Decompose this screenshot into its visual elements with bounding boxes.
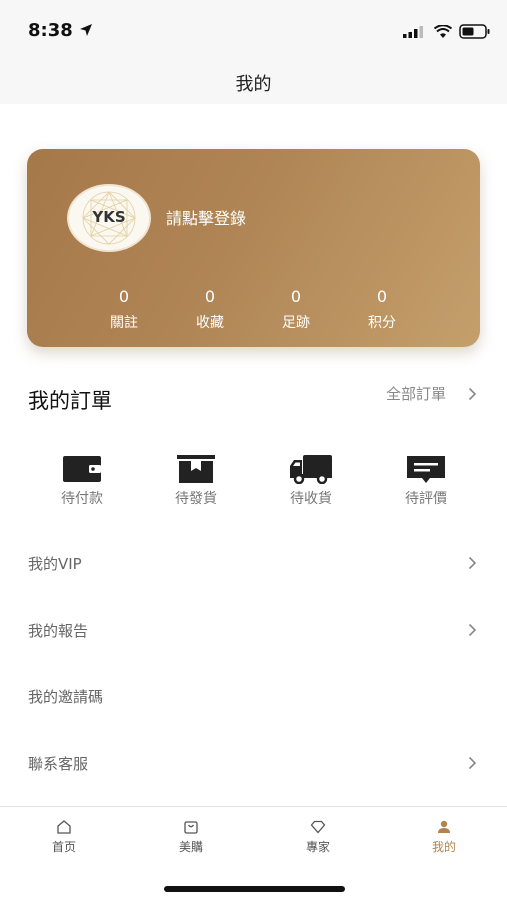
stat-label: 收藏 [196,315,224,331]
avatar[interactable]: YKS [67,184,151,252]
order-label: 待發貨 [175,491,217,507]
order-label: 待付款 [61,491,103,507]
page-title: 我的 [235,74,272,95]
menu-item-vip[interactable]: 我的VIP [28,553,82,574]
cellular-signal-icon [403,26,423,38]
order-pending-review[interactable]: 待評價 [386,454,466,508]
wallet-icon [63,456,101,482]
chevron-right-icon [468,623,477,637]
order-label: 待評價 [405,491,447,507]
all-orders-link[interactable]: 全部訂單 [386,383,446,404]
logo-text: YKS [92,208,126,226]
stat-value: 0 [376,287,388,306]
package-icon [177,455,215,483]
tab-experts[interactable]: 專家 [288,819,348,855]
chevron-right-icon [468,556,477,570]
tab-profile[interactable]: 我的 [414,819,474,855]
profile-card: YKS 請點擊登錄 0 關註 0 收藏 0 足跡 0 积分 [27,149,480,347]
login-prompt[interactable]: 請點擊登錄 [166,205,246,229]
tab-label: 我的 [431,840,456,854]
tab-label: 專家 [305,840,330,854]
stat-follow[interactable]: 0 關註 [94,287,154,332]
order-pending-shipment[interactable]: 待發貨 [156,454,236,508]
stat-history[interactable]: 0 足跡 [266,287,326,332]
location-arrow-icon [80,24,92,36]
chevron-right-icon [468,756,477,770]
tab-home[interactable]: 首页 [34,819,94,855]
review-icon [407,456,445,483]
home-icon [57,820,71,834]
stat-label: 足跡 [282,315,310,331]
stat-label: 积分 [368,315,396,331]
tab-label: 美購 [178,840,203,854]
order-pending-receipt[interactable]: 待收貨 [271,454,351,508]
menu-item-invite-code[interactable]: 我的邀請碼 [28,686,103,707]
menu-item-reports[interactable]: 我的報告 [28,620,88,641]
status-time: 8:38 [28,20,73,41]
stat-value: 0 [118,287,130,306]
order-label: 待收貨 [290,491,332,507]
stat-favorites[interactable]: 0 收藏 [180,287,240,332]
tab-label: 首页 [51,840,76,854]
order-pending-payment[interactable]: 待付款 [42,454,122,508]
status-bar: 8:38 [0,0,507,60]
nav-bar: 我的 [0,60,507,104]
wifi-icon [434,25,452,38]
tab-shopping[interactable]: 美購 [161,819,221,855]
truck-icon [290,455,332,484]
orders-title: 我的訂單 [28,389,112,413]
stat-points[interactable]: 0 积分 [352,287,412,332]
stat-label: 關註 [110,315,138,331]
stat-value: 0 [204,287,216,306]
diamond-icon [310,820,326,834]
chevron-right-icon [468,387,477,401]
person-icon [438,820,450,833]
stat-value: 0 [290,287,302,306]
all-orders-label: 全部訂單 [386,385,447,403]
shopping-bag-icon [184,821,198,834]
battery-icon [459,24,490,39]
home-indicator [164,886,345,892]
menu-item-customer-service[interactable]: 聯系客服 [28,753,88,774]
